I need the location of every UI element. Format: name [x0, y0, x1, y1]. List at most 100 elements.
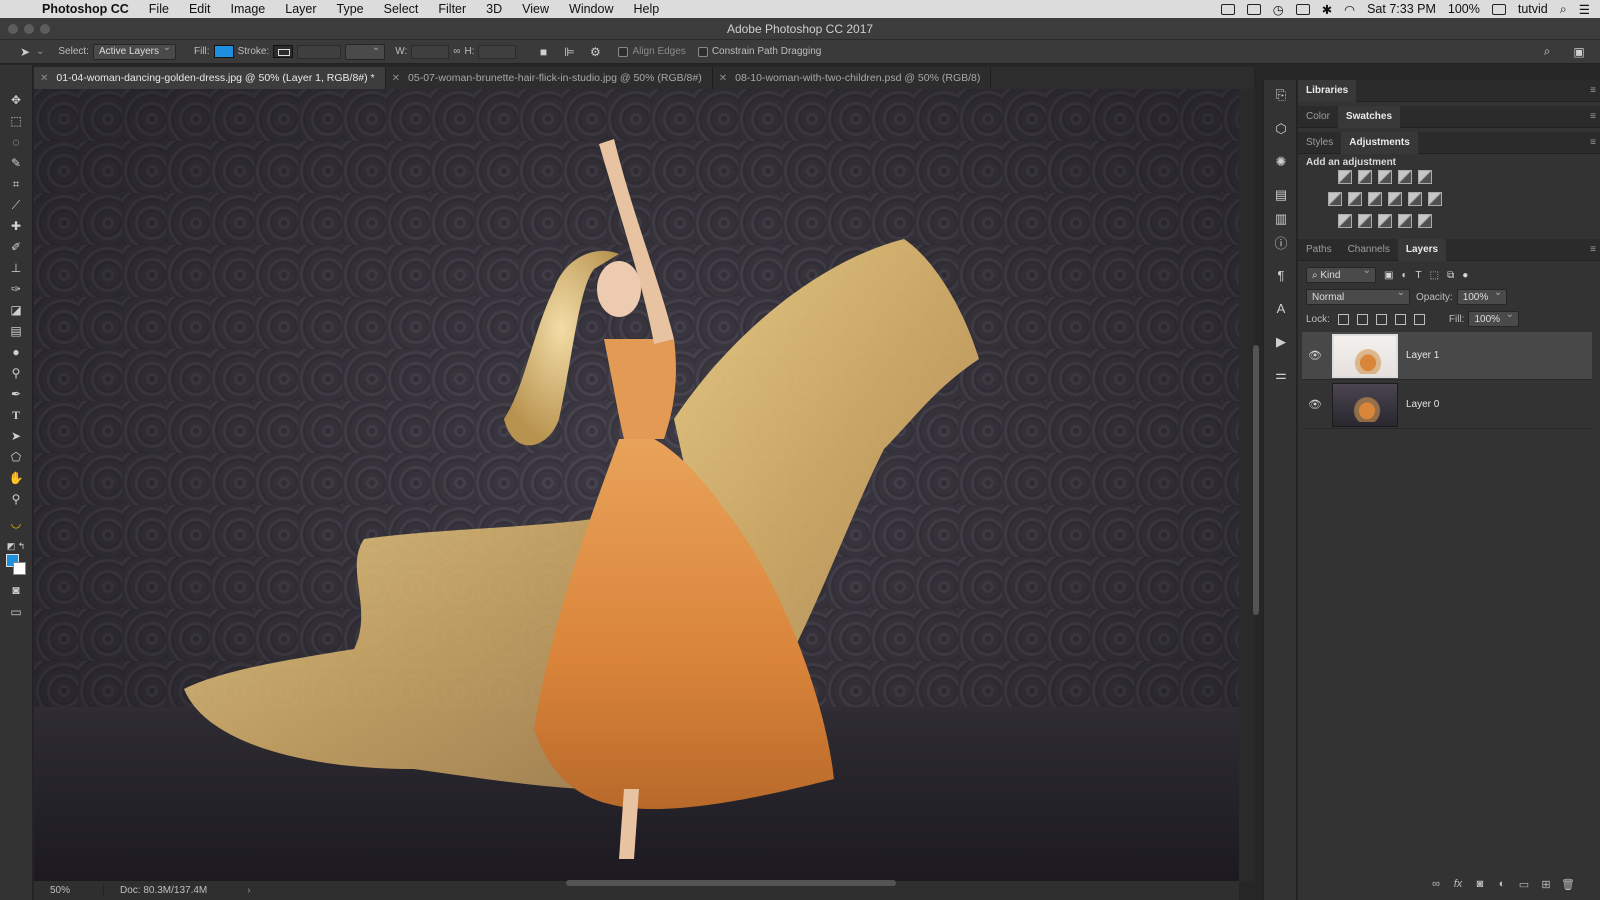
notes-icon[interactable]: ▥: [1272, 210, 1290, 228]
bluetooth-icon[interactable]: ✱: [1322, 2, 1332, 17]
minimize-window-icon[interactable]: [24, 24, 34, 34]
visibility-eye-icon[interactable]: 👁: [1302, 349, 1328, 362]
lock-pixels-icon[interactable]: [1356, 313, 1368, 325]
screen-mode-icon[interactable]: ▭: [6, 603, 26, 621]
photo-filter-icon[interactable]: [1388, 192, 1402, 206]
eraser-icon[interactable]: ◪: [6, 301, 26, 319]
menu-3d[interactable]: 3D: [476, 2, 512, 16]
path-alignment-icon[interactable]: ⊫: [562, 45, 576, 59]
battery-icon[interactable]: [1491, 3, 1506, 15]
panel-menu-icon[interactable]: ≡: [1590, 85, 1596, 96]
layer-row[interactable]: 👁 Layer 1: [1302, 332, 1592, 380]
workspace-icon[interactable]: ▣: [1572, 45, 1586, 59]
tab-layers[interactable]: Layers: [1397, 238, 1447, 261]
layer-thumbnail[interactable]: [1332, 333, 1398, 378]
tab-color[interactable]: Color: [1298, 106, 1338, 128]
menu-app-name[interactable]: Photoshop CC: [40, 2, 139, 16]
layer-name[interactable]: Layer 0: [1406, 399, 1439, 410]
brush-icon[interactable]: ✐: [6, 238, 26, 256]
menu-type[interactable]: Type: [327, 2, 374, 16]
panel-menu-icon[interactable]: ≡: [1590, 137, 1596, 148]
layer-thumbnail[interactable]: [1332, 382, 1398, 427]
levels-icon[interactable]: [1358, 170, 1372, 184]
constrain-path-checkbox[interactable]: [697, 46, 708, 57]
gradient-map-icon[interactable]: [1418, 214, 1432, 228]
visibility-eye-icon[interactable]: 👁: [1302, 398, 1328, 411]
quick-select-icon[interactable]: ✎: [6, 154, 26, 172]
crop-icon[interactable]: ⌗: [6, 175, 26, 193]
black-white-icon[interactable]: [1368, 192, 1382, 206]
new-layer-icon[interactable]: ⊞: [1538, 877, 1554, 891]
lock-position-icon[interactable]: [1375, 313, 1387, 325]
layer-row[interactable]: 👁 Layer 0: [1302, 381, 1592, 429]
properties-icon[interactable]: ⚌: [1272, 366, 1290, 384]
actions-icon[interactable]: ▶: [1272, 333, 1290, 351]
exposure-icon[interactable]: [1398, 170, 1412, 184]
lasso-icon[interactable]: ◌: [6, 133, 26, 151]
filter-smart-object-icon[interactable]: ⧉: [1447, 270, 1454, 281]
vibrance-icon[interactable]: [1418, 170, 1432, 184]
tab-paths[interactable]: Paths: [1298, 239, 1340, 261]
pen-icon[interactable]: ✒: [6, 385, 26, 403]
path-select-tool-icon[interactable]: ➤: [18, 45, 32, 59]
brush-presets-icon[interactable]: ✺: [1272, 153, 1290, 171]
banana-icon[interactable]: ◡: [6, 514, 26, 532]
lock-all-icon[interactable]: [1413, 313, 1425, 325]
close-tab-icon[interactable]: ✕: [392, 73, 400, 84]
move-icon[interactable]: ✥: [6, 91, 26, 109]
creative-cloud-icon[interactable]: [1220, 3, 1235, 15]
invert-icon[interactable]: [1338, 214, 1352, 228]
type-icon[interactable]: T: [6, 406, 26, 424]
menubar-user[interactable]: tutvid: [1518, 2, 1548, 16]
menu-filter[interactable]: Filter: [428, 2, 476, 16]
document-canvas[interactable]: [34, 89, 1239, 881]
tab-document-2[interactable]: ✕ 05-07-woman-brunette-hair-flick-in-stu…: [386, 67, 713, 89]
filter-pixel-icon[interactable]: ▣: [1384, 270, 1393, 281]
selective-color-icon[interactable]: [1398, 214, 1412, 228]
clone-source-icon[interactable]: ⎘: [1272, 86, 1290, 104]
eyedropper-icon[interactable]: ⟋: [6, 196, 26, 214]
stroke-type-dropdown[interactable]: [345, 42, 386, 60]
tab-adjustments[interactable]: Adjustments: [1341, 131, 1418, 154]
stamp-icon[interactable]: ⊥: [6, 259, 26, 277]
lock-transparent-icon[interactable]: [1337, 313, 1349, 325]
horizontal-scrollbar-thumb[interactable]: [566, 880, 896, 886]
info-icon[interactable]: ⓘ: [1272, 233, 1290, 251]
new-group-icon[interactable]: ▭: [1516, 877, 1532, 891]
link-icon[interactable]: ∞: [453, 46, 460, 57]
width-input[interactable]: [411, 44, 450, 59]
posterize-icon[interactable]: [1358, 214, 1372, 228]
display-icon[interactable]: [1295, 3, 1310, 15]
panel-menu-icon[interactable]: ≡: [1590, 244, 1596, 255]
tab-channels[interactable]: Channels: [1340, 239, 1398, 261]
notification-center-icon[interactable]: ☰: [1579, 2, 1590, 17]
color-balance-icon[interactable]: [1348, 192, 1362, 206]
wifi-icon[interactable]: ◠: [1344, 2, 1355, 17]
tab-styles[interactable]: Styles: [1298, 132, 1341, 154]
tool-preset-chevron-icon[interactable]: ⌄: [36, 46, 44, 57]
layer-name[interactable]: Layer 1: [1406, 350, 1439, 361]
3d-icon[interactable]: ⬡: [1272, 120, 1290, 138]
history-icon[interactable]: ▤: [1272, 186, 1290, 204]
menu-image[interactable]: Image: [221, 2, 276, 16]
menubar-clock[interactable]: Sat 7:33 PM: [1367, 2, 1436, 16]
menu-file[interactable]: File: [139, 2, 179, 16]
select-dropdown[interactable]: Active Layers: [92, 42, 176, 60]
menu-window[interactable]: Window: [559, 2, 623, 16]
color-lookup-icon[interactable]: [1428, 192, 1442, 206]
filter-type-icon[interactable]: T: [1416, 270, 1422, 281]
close-tab-icon[interactable]: ✕: [719, 73, 727, 84]
stroke-swatch[interactable]: [273, 45, 294, 58]
tab-libraries[interactable]: Libraries: [1298, 79, 1357, 102]
brightness-contrast-icon[interactable]: [1338, 170, 1352, 184]
hue-saturation-icon[interactable]: [1328, 192, 1342, 206]
close-window-icon[interactable]: [8, 24, 18, 34]
paragraph-icon[interactable]: ¶: [1272, 266, 1290, 284]
marquee-icon[interactable]: ⬚: [6, 112, 26, 130]
blend-mode-dropdown[interactable]: Normal: [1306, 287, 1410, 305]
curves-icon[interactable]: [1378, 170, 1392, 184]
screen-record-icon[interactable]: [1246, 3, 1261, 15]
spotlight-icon[interactable]: ⌕: [1560, 2, 1567, 17]
zoom-window-icon[interactable]: [40, 24, 50, 34]
vertical-scrollbar-thumb[interactable]: [1253, 345, 1259, 615]
